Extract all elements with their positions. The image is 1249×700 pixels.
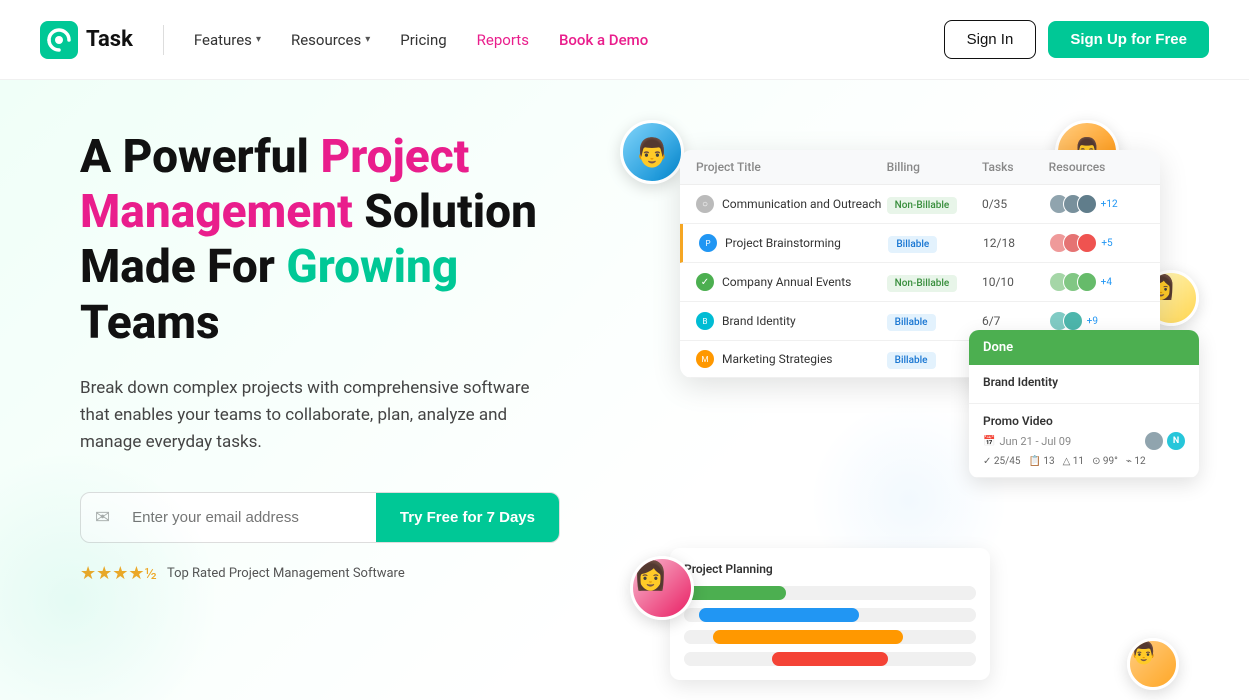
logo-text: Task	[86, 27, 133, 52]
gantt-bar-bg	[684, 608, 976, 622]
title-teams: Teams	[80, 296, 220, 350]
gantt-bar-bg	[684, 652, 976, 666]
gantt-bar-orange	[713, 630, 903, 644]
navbar: Task Features ▾ Resources ▾ Pricing Repo…	[0, 0, 1249, 80]
nav-features[interactable]: Features ▾	[194, 31, 261, 49]
title-made-for: Made For	[80, 240, 286, 294]
hero-section: A Powerful Project Management Solution M…	[0, 80, 1249, 700]
trial-button[interactable]: Try Free for 7 Days	[376, 493, 559, 542]
table-row: ○ Communication and Outreach Non-Billabl…	[680, 185, 1160, 224]
hero-right: 👨 👨‍💼 Project Title Billing Tasks Resour…	[600, 120, 1209, 700]
logo[interactable]: Task	[40, 21, 133, 59]
project-name: ○ Communication and Outreach	[696, 195, 887, 213]
gantt-row	[684, 586, 976, 600]
done-item-title: Brand Identity	[983, 375, 1185, 389]
done-item-1: Brand Identity	[969, 365, 1199, 404]
title-solution: Solution	[364, 185, 537, 239]
gantt-bar-bg	[684, 630, 976, 644]
gantt-bar-green	[684, 586, 786, 600]
email-input[interactable]	[124, 493, 376, 542]
hero-left: A Powerful Project Management Solution M…	[80, 120, 600, 584]
table-row: ✓ Company Annual Events Non-Billable 10/…	[680, 263, 1160, 302]
gantt-title: Project Planning	[684, 562, 976, 576]
avatar-man-bottom: 👨	[1127, 638, 1179, 690]
done-stats: ✓ 25/45 📋 13 △ 11 ⊙ 99° ⌁ 12	[983, 456, 1185, 467]
project-name: M Marketing Strategies	[696, 350, 887, 368]
avatars-stack: +12	[1049, 194, 1144, 214]
nav-book-demo[interactable]: Book a Demo	[559, 31, 648, 49]
avatars-stack: +5	[1049, 233, 1144, 253]
gantt-card: Project Planning	[670, 548, 990, 680]
project-icon: M	[696, 350, 714, 368]
nav-resources[interactable]: Resources ▾	[291, 31, 370, 49]
signin-button[interactable]: Sign In	[944, 20, 1037, 59]
resources-chevron: ▾	[365, 34, 370, 45]
project-icon: B	[696, 312, 714, 330]
title-part1: A Powerful	[80, 130, 320, 184]
gantt-bar-bg	[684, 586, 976, 600]
avatar-thumbsup: 👨	[620, 120, 684, 184]
gantt-row	[684, 608, 976, 622]
gantt-bar-blue	[699, 608, 860, 622]
email-icon: ✉	[81, 507, 124, 528]
rating-row: ★★★★½ Top Rated Project Management Softw…	[80, 563, 600, 584]
title-pink: Project	[320, 130, 469, 184]
features-chevron: ▾	[256, 34, 261, 45]
done-panel: Done Brand Identity Promo Video 📅 Jun 21…	[969, 330, 1199, 478]
nav-reports[interactable]: Reports	[477, 31, 529, 49]
project-icon: ○	[696, 195, 714, 213]
title-part2-pink: Management	[80, 185, 364, 239]
avatars-stack: +9	[1049, 311, 1144, 331]
rating-text: Top Rated Project Management Software	[167, 566, 405, 581]
done-item-2: Promo Video 📅 Jun 21 - Jul 09 N ✓ 25/45 …	[969, 404, 1199, 478]
done-header: Done	[969, 330, 1199, 365]
gantt-row	[684, 652, 976, 666]
done-item2-title: Promo Video	[983, 414, 1185, 428]
table-header: Project Title Billing Tasks Resources	[680, 150, 1160, 185]
title-green: Growing	[286, 240, 458, 294]
done-item-date: 📅 Jun 21 - Jul 09 N	[983, 432, 1185, 450]
hero-title: A Powerful Project Management Solution M…	[80, 130, 600, 351]
rating-stars: ★★★★½	[80, 563, 157, 584]
nav-pricing[interactable]: Pricing	[400, 31, 446, 49]
gantt-bar-red	[772, 652, 889, 666]
project-name: P Project Brainstorming	[699, 234, 888, 252]
logo-icon	[40, 21, 78, 59]
nav-divider	[163, 25, 164, 55]
project-icon: ✓	[696, 273, 714, 291]
nav-links: Features ▾ Resources ▾ Pricing Reports B…	[194, 31, 944, 49]
avatars-stack: +4	[1049, 272, 1144, 292]
gantt-bars	[684, 586, 976, 666]
done-avatar	[1145, 432, 1163, 450]
nav-actions: Sign In Sign Up for Free	[944, 20, 1209, 59]
project-name: ✓ Company Annual Events	[696, 273, 887, 291]
gantt-row	[684, 630, 976, 644]
avatar-woman: 👩	[630, 556, 694, 620]
done-avatar-n: N	[1167, 432, 1185, 450]
signup-button[interactable]: Sign Up for Free	[1048, 21, 1209, 58]
project-icon: P	[699, 234, 717, 252]
table-row: P Project Brainstorming Billable 12/18 +…	[680, 224, 1160, 263]
hero-subtitle: Break down complex projects with compreh…	[80, 375, 560, 457]
project-name: B Brand Identity	[696, 312, 887, 330]
email-form: ✉ Try Free for 7 Days	[80, 492, 560, 543]
